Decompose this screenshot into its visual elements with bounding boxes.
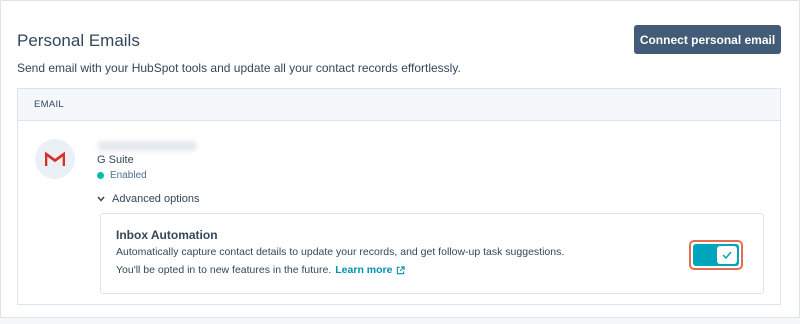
- inbox-automation-note-row: You'll be opted in to new features in th…: [116, 264, 406, 276]
- inbox-automation-toggle[interactable]: [693, 244, 739, 266]
- table-column-header: EMAIL: [18, 89, 780, 121]
- advanced-options-toggle[interactable]: Advanced options: [97, 193, 199, 205]
- status-label: Enabled: [110, 170, 147, 181]
- inbox-automation-description: Automatically capture contact details to…: [116, 246, 565, 258]
- checkmark-icon: [722, 251, 732, 259]
- personal-emails-panel: Personal Emails Connect personal email S…: [0, 0, 800, 318]
- external-link-icon: [397, 265, 406, 274]
- email-address-redacted: [97, 141, 197, 151]
- toggle-knob: [717, 246, 737, 264]
- email-table: EMAIL G Suite Enabled Advanced options I…: [17, 88, 781, 305]
- status-dot-icon: [97, 172, 104, 179]
- chevron-down-icon: [97, 194, 105, 204]
- learn-more-link[interactable]: Learn more: [335, 264, 406, 276]
- learn-more-label: Learn more: [335, 264, 393, 276]
- inbox-automation-card: Inbox Automation Automatically capture c…: [100, 213, 764, 294]
- inbox-automation-title: Inbox Automation: [116, 228, 218, 242]
- page-subtitle: Send email with your HubSpot tools and u…: [17, 61, 461, 75]
- inbox-automation-note: You'll be opted in to new features in th…: [116, 264, 332, 276]
- gmail-icon: [35, 139, 75, 179]
- connect-personal-email-button[interactable]: Connect personal email: [634, 25, 781, 54]
- column-header-email: EMAIL: [34, 99, 65, 110]
- email-provider: G Suite: [97, 154, 134, 166]
- page-title: Personal Emails: [17, 31, 140, 50]
- status-badge: Enabled: [97, 170, 147, 181]
- toggle-highlight-ring: [689, 240, 743, 270]
- advanced-options-label: Advanced options: [112, 193, 200, 205]
